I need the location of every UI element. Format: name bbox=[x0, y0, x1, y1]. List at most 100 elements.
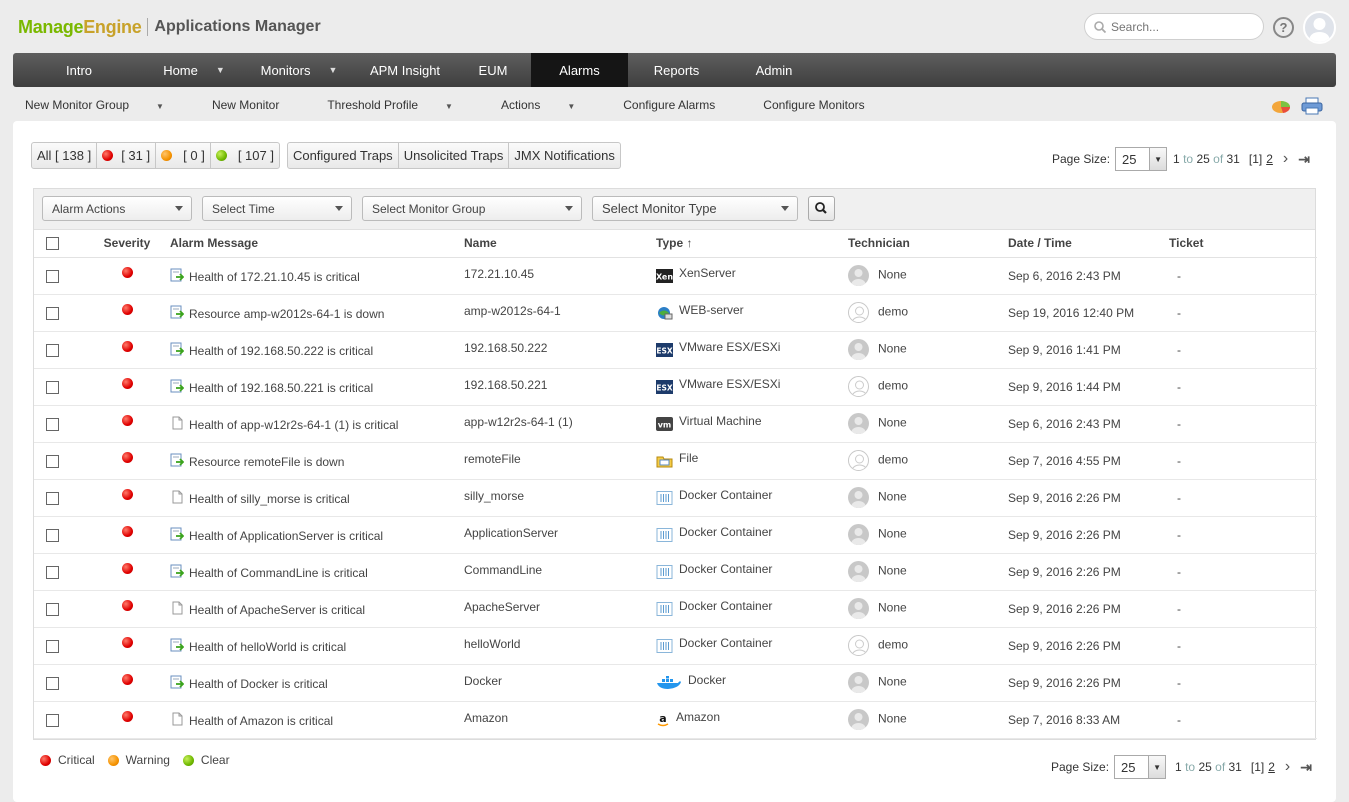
page-2-link[interactable]: 2 bbox=[1268, 760, 1275, 774]
table-row[interactable]: Health of app-w12r2s-64-1 (1) is critica… bbox=[34, 405, 1317, 443]
severity-header[interactable]: Severity bbox=[84, 230, 170, 258]
technician-link[interactable]: demo bbox=[878, 379, 908, 393]
technician-link[interactable]: None bbox=[878, 268, 907, 282]
alarm-message-link[interactable]: Health of helloWorld is critical bbox=[189, 640, 346, 654]
unsolicited-traps-button[interactable]: Unsolicited Traps bbox=[399, 143, 510, 168]
chevron-down-icon[interactable]: ▼ bbox=[216, 65, 225, 75]
row-checkbox[interactable] bbox=[46, 380, 59, 394]
page-size-select[interactable]: 25 ▼ bbox=[1114, 755, 1167, 779]
next-page-icon[interactable]: › bbox=[1285, 758, 1290, 776]
monitor-name-link[interactable]: 192.168.50.222 bbox=[464, 341, 547, 355]
alarm-message-link[interactable]: Health of app-w12r2s-64-1 (1) is critica… bbox=[189, 418, 398, 432]
monitor-name-link[interactable]: 192.168.50.221 bbox=[464, 378, 547, 392]
alarm-message-link[interactable]: Health of 192.168.50.222 is critical bbox=[189, 344, 373, 358]
alarm-message-link[interactable]: Health of ApacheServer is critical bbox=[189, 603, 365, 617]
technician-link[interactable]: None bbox=[878, 564, 907, 578]
monitor-name-link[interactable]: Amazon bbox=[464, 711, 508, 725]
jmx-notifications-button[interactable]: JMX Notifications bbox=[509, 143, 619, 168]
alarm-message-link[interactable]: Health of Amazon is critical bbox=[189, 714, 333, 728]
row-checkbox[interactable] bbox=[46, 417, 59, 431]
select-time-select[interactable]: Select Time bbox=[202, 196, 352, 221]
subnav-threshold-profile[interactable]: Threshold Profile ▼ bbox=[327, 98, 477, 112]
table-row[interactable]: Health of 172.21.10.45 is critical 172.21… bbox=[34, 257, 1317, 295]
technician-link[interactable]: None bbox=[878, 527, 907, 541]
table-row[interactable]: Health of helloWorld is critical helloWor… bbox=[34, 627, 1317, 665]
filter-all[interactable]: All [ 138 ] bbox=[32, 143, 98, 168]
row-checkbox[interactable] bbox=[46, 565, 59, 579]
nav-reports[interactable]: Reports bbox=[628, 53, 725, 87]
table-row[interactable]: Health of silly_morse is critical silly_m… bbox=[34, 479, 1317, 517]
row-checkbox[interactable] bbox=[46, 528, 59, 542]
monitor-name-link[interactable]: ApplicationServer bbox=[464, 526, 558, 540]
monitor-name-link[interactable]: remoteFile bbox=[464, 452, 521, 466]
edit-doc-icon[interactable] bbox=[170, 268, 189, 284]
alarm-message-link[interactable]: Health of Docker is critical bbox=[189, 677, 328, 691]
table-row[interactable]: Health of ApplicationServer is critical A… bbox=[34, 516, 1317, 554]
monitor-name-link[interactable]: CommandLine bbox=[464, 563, 542, 577]
row-checkbox[interactable] bbox=[46, 454, 59, 468]
filter-clear[interactable]: [ 107 ] bbox=[211, 143, 279, 168]
alarm-message-link[interactable]: Resource amp-w2012s-64-1 is down bbox=[189, 307, 384, 321]
select-monitor-group-select[interactable]: Select Monitor Group bbox=[362, 196, 582, 221]
alarm-message-link[interactable]: Health of 192.168.50.221 is critical bbox=[189, 381, 373, 395]
row-checkbox[interactable] bbox=[46, 639, 59, 653]
technician-link[interactable]: None bbox=[878, 490, 907, 504]
row-checkbox[interactable] bbox=[46, 343, 59, 357]
message-header[interactable]: Alarm Message bbox=[170, 230, 464, 258]
help-icon[interactable]: ? bbox=[1273, 17, 1294, 38]
subnav-configure-alarms[interactable]: Configure Alarms bbox=[623, 98, 739, 112]
row-checkbox[interactable] bbox=[46, 676, 59, 690]
last-page-icon[interactable]: ⇥ bbox=[1298, 151, 1310, 168]
technician-link[interactable]: demo bbox=[878, 638, 908, 652]
alarm-message-link[interactable]: Health of 172.21.10.45 is critical bbox=[189, 270, 360, 284]
technician-link[interactable]: None bbox=[878, 416, 907, 430]
table-row[interactable]: Health of ApacheServer is critical Apache… bbox=[34, 590, 1317, 628]
table-row[interactable]: Health of Docker is critical Docker Docker… bbox=[34, 664, 1317, 702]
last-page-icon[interactable]: ⇥ bbox=[1300, 759, 1312, 776]
search-box[interactable] bbox=[1084, 13, 1264, 40]
monitor-name-link[interactable]: ApacheServer bbox=[464, 600, 540, 614]
document-icon[interactable] bbox=[170, 416, 189, 432]
type-header[interactable]: Type ↑ bbox=[656, 230, 848, 258]
page-size-select[interactable]: 25 ▼ bbox=[1115, 147, 1168, 171]
row-checkbox[interactable] bbox=[46, 491, 59, 505]
monitor-name-link[interactable]: app-w12r2s-64-1 (1) bbox=[464, 415, 573, 429]
table-row[interactable]: Health of Amazon is critical Amazon a Amazo… bbox=[34, 701, 1317, 739]
nav-apm-insight[interactable]: APM Insight bbox=[355, 53, 455, 87]
alarm-message-link[interactable]: Resource remoteFile is down bbox=[189, 455, 344, 469]
name-header[interactable]: Name bbox=[464, 230, 656, 258]
subnav-new-monitor-group[interactable]: New Monitor Group ▼ bbox=[25, 98, 188, 112]
edit-doc-icon[interactable] bbox=[170, 379, 189, 395]
chevron-down-icon[interactable]: ▼ bbox=[328, 65, 337, 75]
technician-link[interactable]: demo bbox=[878, 305, 908, 319]
edit-doc-icon[interactable] bbox=[170, 342, 189, 358]
edit-doc-icon[interactable] bbox=[170, 638, 189, 654]
next-page-icon[interactable]: › bbox=[1283, 150, 1288, 168]
table-row[interactable]: Health of 192.168.50.222 is critical 192.… bbox=[34, 331, 1317, 369]
nav-monitors[interactable]: Monitors ▼ bbox=[243, 53, 355, 87]
subnav-actions[interactable]: Actions ▼ bbox=[501, 98, 599, 112]
technician-link[interactable]: None bbox=[878, 342, 907, 356]
alarm-actions-select[interactable]: Alarm Actions bbox=[42, 196, 192, 221]
table-row[interactable]: Resource remoteFile is down remoteFile Fil… bbox=[34, 442, 1317, 480]
alarm-message-link[interactable]: Health of ApplicationServer is critical bbox=[189, 529, 383, 543]
nav-eum[interactable]: EUM bbox=[455, 53, 531, 87]
technician-link[interactable]: demo bbox=[878, 453, 908, 467]
filter-critical[interactable]: [ 31 ] bbox=[97, 143, 157, 168]
select-all-checkbox[interactable] bbox=[46, 237, 59, 251]
nav-home[interactable]: Home ▼ bbox=[145, 53, 243, 87]
edit-doc-icon[interactable] bbox=[170, 527, 189, 543]
table-row[interactable]: Resource amp-w2012s-64-1 is down amp-w201… bbox=[34, 294, 1317, 332]
document-icon[interactable] bbox=[170, 712, 189, 728]
technician-link[interactable]: None bbox=[878, 675, 907, 689]
row-checkbox[interactable] bbox=[46, 713, 59, 727]
technician-header[interactable]: Technician bbox=[848, 230, 1008, 258]
alarm-message-link[interactable]: Health of CommandLine is critical bbox=[189, 566, 368, 580]
datetime-header[interactable]: Date / Time bbox=[1008, 230, 1169, 258]
row-checkbox[interactable] bbox=[46, 602, 59, 616]
page-2-link[interactable]: 2 bbox=[1266, 152, 1273, 166]
document-icon[interactable] bbox=[170, 490, 189, 506]
monitor-name-link[interactable]: silly_morse bbox=[464, 489, 524, 503]
monitor-name-link[interactable]: amp-w2012s-64-1 bbox=[464, 304, 561, 318]
edit-doc-icon[interactable] bbox=[170, 675, 189, 691]
